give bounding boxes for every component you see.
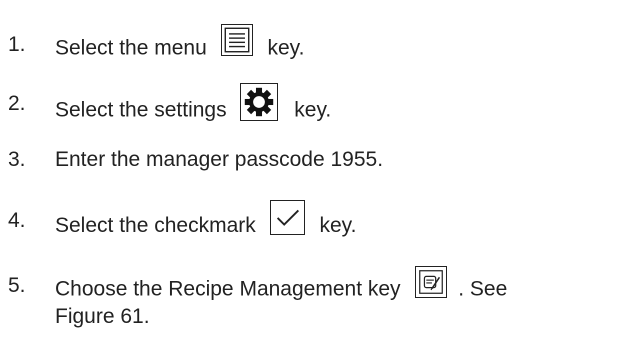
step-text: Choose the Recipe Management key . See: [55, 266, 508, 306]
settings-gear-icon: [240, 83, 279, 121]
step-text-after: key.: [294, 98, 332, 122]
step-text: Select the checkmark key.: [55, 200, 357, 244]
step-text: Select the settings key.: [55, 83, 332, 130]
step-text-before: Select the checkmark: [55, 214, 256, 238]
step-text-before: Select the menu: [55, 36, 207, 60]
checkmark-icon: [269, 200, 305, 235]
step-text-before: Select the settings: [55, 98, 227, 122]
step-text-before: Choose the Recipe Management key: [55, 277, 401, 301]
step-text-after: . See: [458, 277, 508, 301]
step-number: 2.: [8, 92, 26, 115]
step-text-after: key.: [319, 214, 357, 238]
step-text: Select the menu key.: [55, 24, 305, 65]
step-text-continuation: Figure 61.: [55, 305, 150, 328]
step-text-after: key.: [267, 36, 305, 60]
step-text: Enter the manager passcode 1955.: [55, 148, 384, 171]
recipe-management-icon: [415, 266, 448, 298]
step-number: 1.: [8, 33, 26, 56]
step-number: 4.: [8, 209, 26, 232]
menu-icon: [220, 24, 253, 56]
step-number: 5.: [8, 274, 26, 297]
step-number: 3.: [8, 148, 26, 171]
